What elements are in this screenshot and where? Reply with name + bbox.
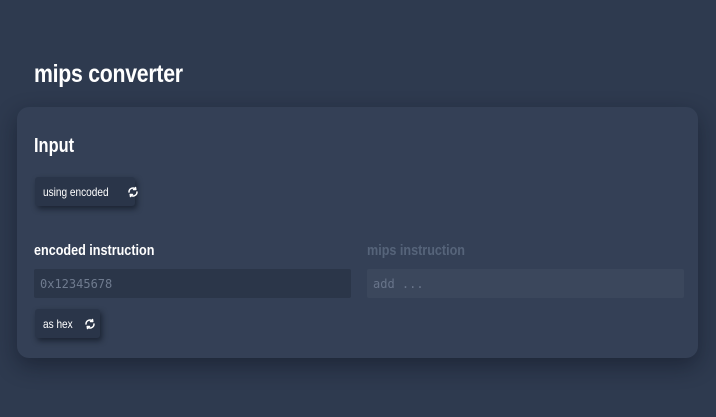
page: mips converter Input using encoded encod… xyxy=(0,0,716,417)
input-mode-toggle-button[interactable]: using encoded xyxy=(35,177,138,206)
mips-instruction-label: mips instruction xyxy=(367,242,466,259)
refresh-icon xyxy=(127,186,139,198)
format-toggle-button[interactable]: as hex xyxy=(35,309,100,338)
encoded-instruction-label: encoded instruction xyxy=(34,242,155,259)
input-mode-toggle-label: using encoded xyxy=(43,184,109,199)
mips-instruction-input[interactable] xyxy=(367,269,684,298)
input-card: Input using encoded encoded instruction … xyxy=(17,107,698,358)
app-title: mips converter xyxy=(34,60,183,88)
refresh-icon xyxy=(84,318,96,330)
encoded-instruction-input[interactable] xyxy=(34,269,351,298)
input-section-title: Input xyxy=(34,135,75,157)
format-toggle-label: as hex xyxy=(43,316,73,331)
